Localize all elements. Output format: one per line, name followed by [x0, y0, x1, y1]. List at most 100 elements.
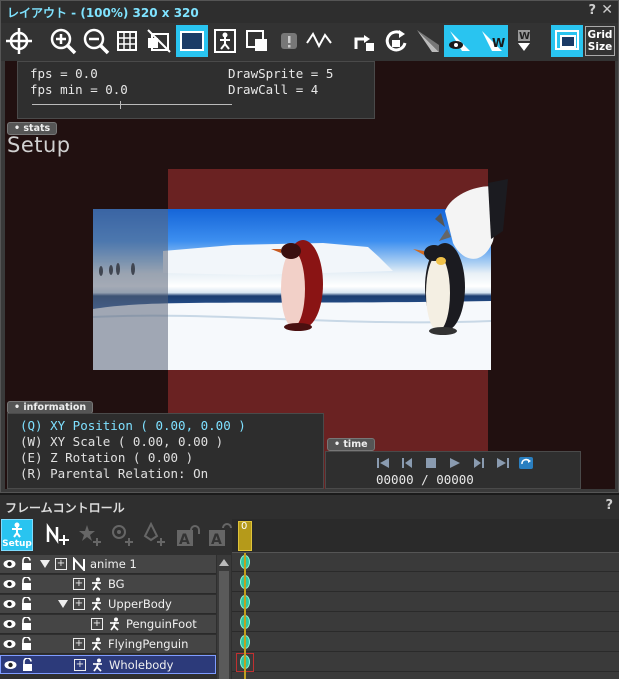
timeline-row[interactable] — [232, 573, 619, 592]
first-frame-button[interactable] — [376, 456, 390, 470]
skip-forward-icon — [497, 458, 509, 468]
timeline-row[interactable] — [232, 613, 619, 632]
reference-image-button[interactable] — [143, 25, 175, 57]
add-child-icon[interactable]: + — [73, 598, 85, 610]
zoom-out-button[interactable] — [80, 25, 112, 57]
lock-icon[interactable] — [21, 637, 32, 650]
fit-view-button[interactable] — [551, 25, 583, 57]
lock-icon[interactable] — [21, 597, 32, 610]
tree-scrollbar[interactable] — [217, 555, 231, 679]
expand-arrow-icon[interactable] — [40, 560, 50, 568]
stats-slider-knob[interactable] — [120, 101, 121, 109]
eye-icon[interactable] — [3, 558, 16, 570]
lock-a-button[interactable]: A — [172, 519, 204, 551]
tree-row-label: BG — [108, 577, 125, 591]
next-frame-button[interactable] — [472, 456, 486, 470]
timeline-row[interactable] — [232, 633, 619, 652]
fps-readout: fps = 0.0 — [30, 66, 98, 81]
move-part-button[interactable] — [348, 25, 380, 57]
timeline-row[interactable] — [232, 553, 619, 572]
show-parts-button[interactable] — [209, 25, 241, 57]
expand-arrow-icon[interactable] — [58, 600, 68, 608]
tree-row[interactable]: + FlyingPenguin — [0, 635, 216, 654]
add-child-icon[interactable]: + — [91, 618, 103, 630]
info-parental-relation: (R) Parental Relation: On — [20, 466, 209, 481]
add-effect-button[interactable] — [74, 519, 106, 551]
frame-ruler[interactable]: 0 — [232, 519, 619, 553]
mode-label: Setup — [7, 133, 71, 157]
star-plus-icon — [79, 525, 101, 546]
play-button[interactable] — [448, 456, 462, 470]
lock-icon[interactable] — [21, 617, 32, 630]
part-figure-icon — [92, 597, 101, 611]
time-tab-label: time — [343, 439, 368, 450]
tree-row-label: PenguinFoot — [126, 617, 197, 631]
lock-icon[interactable] — [21, 577, 32, 590]
show-view-button[interactable] — [444, 25, 476, 57]
add-child-icon[interactable]: + — [73, 578, 85, 590]
image-crop-icon — [147, 29, 171, 53]
timeline-row[interactable] — [232, 593, 619, 612]
help-button[interactable]: ? — [588, 3, 596, 18]
frame-control-titlebar[interactable]: フレームコントロール ? — [0, 495, 619, 517]
tree-row[interactable]: + Wholebody — [0, 655, 216, 674]
part-figure-icon — [92, 577, 101, 591]
pin-w-button[interactable]: W — [476, 25, 508, 57]
curve-button[interactable] — [303, 25, 335, 57]
frame-border-button[interactable] — [176, 25, 208, 57]
eye-icon[interactable] — [4, 659, 17, 671]
warning-button[interactable] — [273, 25, 305, 57]
draw-call-readout: DrawCall = 4 — [228, 82, 319, 97]
tree-row[interactable]: + UpperBody — [0, 595, 216, 614]
scroll-thumb[interactable] — [219, 571, 229, 679]
scale-part-button[interactable] — [412, 25, 444, 57]
grid-size-label-2: Size — [587, 41, 613, 53]
eye-icon[interactable] — [3, 578, 16, 590]
prev-frame-button[interactable] — [400, 456, 414, 470]
time-tab[interactable]: • time — [327, 438, 375, 451]
lock-icon[interactable] — [22, 658, 33, 671]
grid-toggle-button[interactable] — [111, 25, 143, 57]
new-animation-button[interactable] — [42, 519, 74, 551]
layout-title: レイアウト - (100%) 320 x 320 — [7, 6, 199, 20]
window-stack-icon — [555, 30, 579, 50]
last-frame-button[interactable] — [496, 456, 510, 470]
stats-slider-track[interactable] — [32, 104, 232, 105]
svg-text:W: W — [492, 36, 505, 50]
timeline-row[interactable] — [232, 653, 619, 672]
stop-button[interactable] — [424, 456, 438, 470]
pin-w-down-button[interactable]: W — [508, 25, 540, 57]
rotate-part-button[interactable] — [380, 25, 412, 57]
layout-titlebar[interactable]: レイアウト - (100%) 320 x 320 ? ✕ — [1, 1, 618, 23]
timeline[interactable]: 0 — [232, 519, 619, 679]
add-null-button[interactable] — [106, 519, 138, 551]
add-child-icon[interactable]: + — [55, 558, 67, 570]
add-child-icon[interactable]: + — [74, 659, 86, 671]
tree-row[interactable]: + PenguinFoot — [0, 615, 216, 634]
loop-button[interactable] — [518, 456, 534, 470]
scroll-up-arrow-icon[interactable] — [219, 559, 229, 566]
w-pen-icon: W — [482, 31, 505, 51]
move-view-button[interactable] — [3, 25, 35, 57]
bounding-box-button[interactable] — [241, 25, 273, 57]
wave-icon — [306, 32, 332, 49]
tree-row[interactable]: + anime 1 — [0, 555, 216, 574]
layout-viewport[interactable]: fps = 0.0 fps min = 0.0 DrawSprite = 5 D… — [5, 61, 615, 489]
grid-size-button[interactable]: Grid Size — [584, 25, 616, 57]
close-button[interactable]: ✕ — [601, 2, 613, 18]
setup-mode-label: Setup — [2, 539, 32, 549]
target-plus-icon — [112, 525, 133, 546]
bounding-box-icon — [246, 30, 267, 51]
lock-icon[interactable] — [21, 557, 32, 570]
eye-icon[interactable] — [3, 598, 16, 610]
zoom-in-button[interactable] — [47, 25, 79, 57]
rotate-lock-icon — [385, 30, 407, 52]
eye-icon[interactable] — [3, 618, 16, 630]
setup-mode-button[interactable]: Setup — [1, 519, 33, 551]
frame-help-button[interactable]: ? — [605, 498, 613, 513]
svg-text:W: W — [519, 31, 530, 42]
eye-icon[interactable] — [3, 638, 16, 650]
add-child-icon[interactable]: + — [73, 638, 85, 650]
add-mask-button[interactable] — [138, 519, 170, 551]
tree-row[interactable]: + BG — [0, 575, 216, 594]
